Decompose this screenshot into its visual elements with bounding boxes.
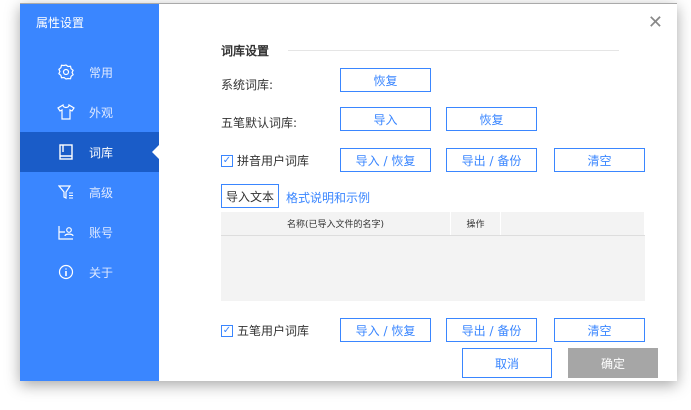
pinyin-export-backup-button[interactable]: 导出 / 备份 bbox=[446, 148, 537, 172]
sidebar-item-general[interactable]: 常用 bbox=[20, 52, 159, 92]
sidebar-item-advanced[interactable]: 高级 bbox=[20, 172, 159, 212]
shirt-icon bbox=[57, 103, 75, 121]
checkbox-label: 五笔用户词库 bbox=[237, 324, 310, 338]
checkbox-label: 拼音用户词库 bbox=[237, 154, 310, 168]
sidebar: 属性设置 常用 外观 词库 高级 账号 关于 bbox=[20, 4, 159, 381]
pinyin-import-restore-button[interactable]: 导入 / 恢复 bbox=[340, 148, 431, 172]
wubi-import-restore-button[interactable]: 导入 / 恢复 bbox=[340, 318, 431, 342]
check-icon: ✓ bbox=[221, 324, 233, 337]
sidebar-item-account[interactable]: 账号 bbox=[20, 212, 159, 252]
book-icon bbox=[57, 143, 75, 161]
import-text-button[interactable]: 导入文本 bbox=[221, 184, 280, 208]
dialog-title: 属性设置 bbox=[36, 16, 85, 30]
wubi-export-backup-button[interactable]: 导出 / 备份 bbox=[446, 318, 537, 342]
sidebar-item-label: 关于 bbox=[89, 265, 114, 280]
pinyin-user-dict-checkbox[interactable]: ✓ 拼音用户词库 bbox=[221, 152, 309, 169]
filter-icon bbox=[57, 183, 75, 201]
sidebar-item-label: 词库 bbox=[89, 145, 114, 160]
column-header-name: 名称(已导入文件的名字) bbox=[221, 212, 451, 235]
divider bbox=[288, 50, 619, 51]
column-header-empty bbox=[501, 212, 645, 235]
sidebar-item-label: 账号 bbox=[89, 225, 114, 240]
gear-icon bbox=[57, 63, 75, 81]
system-dict-label: 系统词库: bbox=[221, 78, 274, 92]
sidebar-item-label: 常用 bbox=[89, 65, 114, 80]
column-header-action: 操作 bbox=[451, 212, 501, 235]
section-title: 词库设置 bbox=[221, 44, 270, 58]
wubi-default-restore-button[interactable]: 恢复 bbox=[446, 107, 537, 131]
wubi-user-dict-checkbox[interactable]: ✓ 五笔用户词库 bbox=[221, 322, 309, 339]
account-icon bbox=[57, 223, 75, 241]
close-icon[interactable]: ✕ bbox=[648, 12, 663, 33]
sidebar-item-about[interactable]: 关于 bbox=[20, 252, 159, 292]
sidebar-item-label: 高级 bbox=[89, 185, 114, 200]
wubi-default-import-button[interactable]: 导入 bbox=[340, 107, 431, 131]
wubi-clear-button[interactable]: 清空 bbox=[554, 318, 645, 342]
ok-button[interactable]: 确定 bbox=[568, 348, 658, 378]
sidebar-item-label: 外观 bbox=[89, 105, 114, 120]
cancel-button[interactable]: 取消 bbox=[462, 348, 552, 378]
info-icon bbox=[57, 263, 75, 281]
imported-files-table: 名称(已导入文件的名字) 操作 bbox=[221, 212, 645, 301]
settings-dialog: 属性设置 常用 外观 词库 高级 账号 关于 ✕ 词库设置 系统词库: 恢复 五… bbox=[20, 3, 677, 381]
check-icon: ✓ bbox=[221, 154, 233, 167]
system-dict-restore-button[interactable]: 恢复 bbox=[340, 68, 431, 92]
wubi-default-label: 五笔默认词库: bbox=[221, 116, 298, 130]
table-header: 名称(已导入文件的名字) 操作 bbox=[221, 212, 645, 236]
format-help-link[interactable]: 格式说明和示例 bbox=[286, 189, 370, 206]
sidebar-item-appearance[interactable]: 外观 bbox=[20, 92, 159, 132]
pinyin-clear-button[interactable]: 清空 bbox=[554, 148, 645, 172]
sidebar-item-dictionary[interactable]: 词库 bbox=[20, 132, 159, 172]
